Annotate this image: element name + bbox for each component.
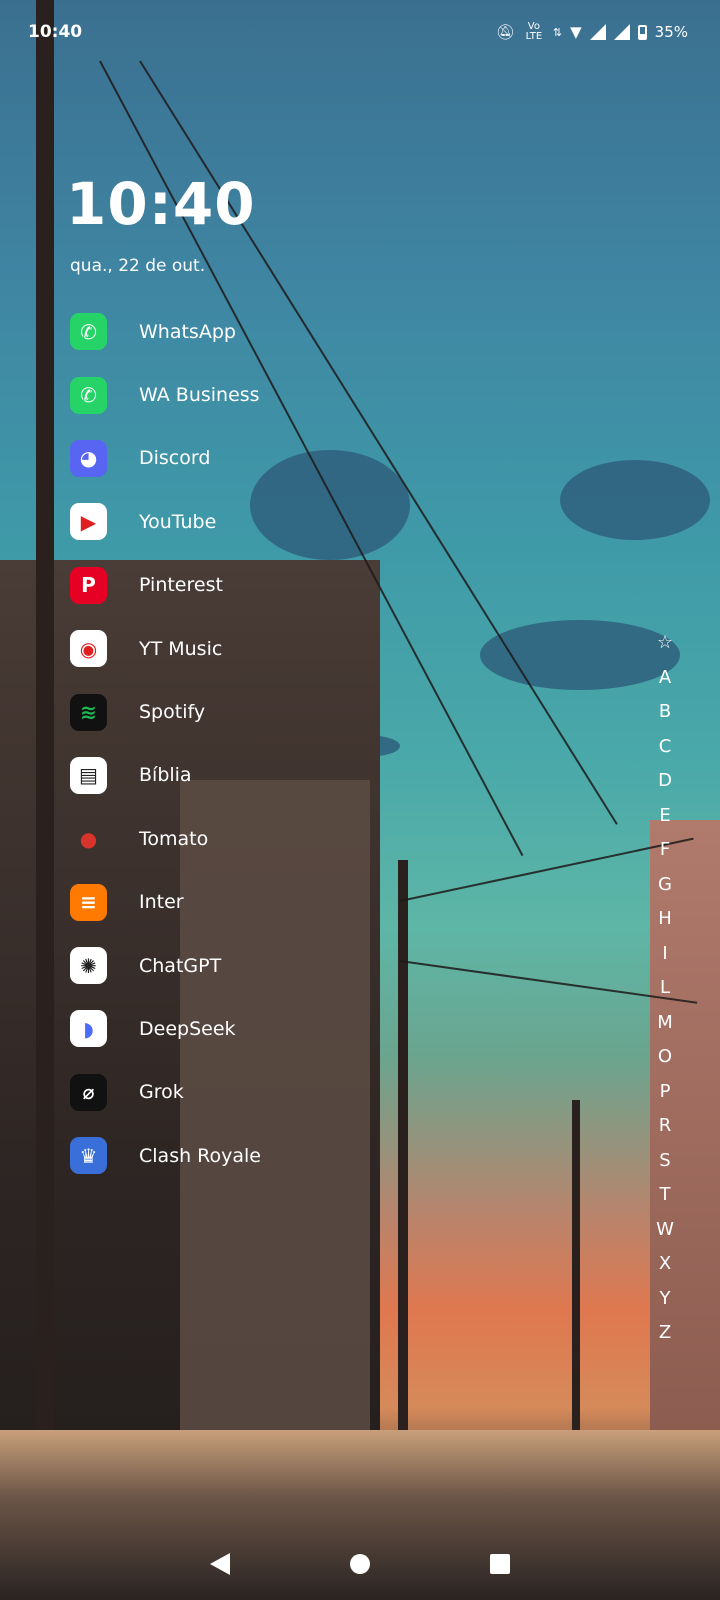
alphabet-letter[interactable]: W [650,1213,680,1248]
alphabet-letter[interactable]: E [650,799,680,834]
chatgpt-icon: ✺ [70,947,107,985]
alphabet-letter[interactable]: Y [650,1282,680,1317]
clock-date[interactable]: qua., 22 de out. [70,256,205,276]
alphabet-letter[interactable]: C [650,730,680,765]
app-item[interactable]: ● Tomato [70,807,261,870]
alphabet-letter[interactable]: I [650,937,680,972]
app-item[interactable]: ✆ WhatsApp [70,300,261,363]
app-label: Discord [139,447,211,470]
app-label: WA Business [139,384,260,407]
status-icons: 🔕︎ Vo LTE ⇅ ▼ 35% [496,22,688,42]
alphabet-letter[interactable]: T [650,1178,680,1213]
app-label: Spotify [139,701,206,724]
alphabet-letter[interactable]: L [650,971,680,1006]
back-button[interactable] [210,1553,230,1575]
status-time: 10:40 [28,22,83,42]
alphabet-letter[interactable]: F [650,833,680,868]
status-bar: 10:40 🔕︎ Vo LTE ⇅ ▼ 35% [0,0,720,68]
signal-icon [589,24,606,40]
app-item[interactable]: ♛ Clash Royale [70,1124,261,1187]
alphabet-letter[interactable]: G [650,868,680,903]
navigation-bar [0,1528,720,1600]
data-arrows-icon: ⇅ [552,25,563,39]
app-item[interactable]: ◉ YT Music [70,617,261,680]
app-label: Tomato [139,827,209,850]
app-item[interactable]: ▶ YouTube [70,490,261,553]
signal-icon [613,24,630,40]
app-item[interactable]: ≋ Spotify [70,680,261,743]
alphabet-letter[interactable]: X [650,1247,680,1282]
spotify-icon: ≋ [70,693,107,731]
app-label: Pinterest [139,574,223,597]
battery-percent: 35% [654,23,688,41]
app-label: YT Music [139,637,223,660]
volte-icon: Vo LTE [525,21,543,42]
utility-pole [36,0,54,1540]
app-label: Grok [139,1081,184,1104]
cloud [250,450,410,560]
deepseek-icon: ◗ [70,1010,107,1048]
alphabet-letter[interactable]: Z [650,1316,680,1351]
alphabet-letter[interactable]: B [650,695,680,730]
recents-button[interactable] [490,1554,510,1574]
inter-icon: ≡ [70,883,107,921]
youtube-icon: ▶ [70,503,107,541]
app-label: Clash Royale [139,1144,261,1167]
app-list: ✆ WhatsApp ✆ WA Business ◕ Discord ▶ YouTube P Pi… [70,300,261,1187]
alphabet-index[interactable]: ☆ A B C D E F G H I L M O P R S T W X Y Z [650,626,680,1351]
app-label: DeepSeek [139,1017,236,1040]
mute-bell-icon: 🔕︎ [495,23,515,41]
alphabet-letter[interactable]: A [650,661,680,696]
discord-icon: ◕ [70,439,107,477]
app-item[interactable]: ◗ DeepSeek [70,997,261,1060]
app-item[interactable]: ≡ Inter [70,871,261,934]
app-label: Inter [139,891,184,914]
bible-icon: ▤ [70,756,107,794]
clock-time[interactable]: 10:40 [66,170,256,238]
cloud [560,460,710,540]
whatsapp-business-icon: ✆ [70,376,107,414]
alphabet-letter[interactable]: R [650,1109,680,1144]
clash-royale-icon: ♛ [70,1137,107,1175]
app-item[interactable]: P Pinterest [70,554,261,617]
alphabet-letter[interactable]: P [650,1075,680,1110]
app-item[interactable]: ⌀ Grok [70,1061,261,1124]
app-label: Bíblia [139,764,192,787]
app-item[interactable]: ▤ Bíblia [70,744,261,807]
app-item[interactable]: ◕ Discord [70,427,261,490]
favorites-star-icon[interactable]: ☆ [650,626,680,661]
grok-icon: ⌀ [70,1073,107,1111]
whatsapp-icon: ✆ [70,313,107,351]
app-item[interactable]: ✆ WA Business [70,363,261,426]
alphabet-letter[interactable]: D [650,764,680,799]
alphabet-letter[interactable]: S [650,1144,680,1179]
alphabet-letter[interactable]: O [650,1040,680,1075]
alphabet-letter[interactable]: M [650,1006,680,1041]
pinterest-icon: P [70,566,107,604]
yt-music-icon: ◉ [70,630,107,668]
utility-pole [572,1100,580,1450]
app-item[interactable]: ✺ ChatGPT [70,934,261,997]
tomato-icon: ● [79,826,98,851]
app-label: YouTube [139,510,217,533]
wifi-icon: ▼ [570,23,582,41]
home-button[interactable] [350,1554,370,1574]
app-label: ChatGPT [139,954,222,977]
battery-icon [637,24,647,40]
app-label: WhatsApp [139,320,236,343]
utility-pole [398,860,408,1460]
alphabet-letter[interactable]: H [650,902,680,937]
